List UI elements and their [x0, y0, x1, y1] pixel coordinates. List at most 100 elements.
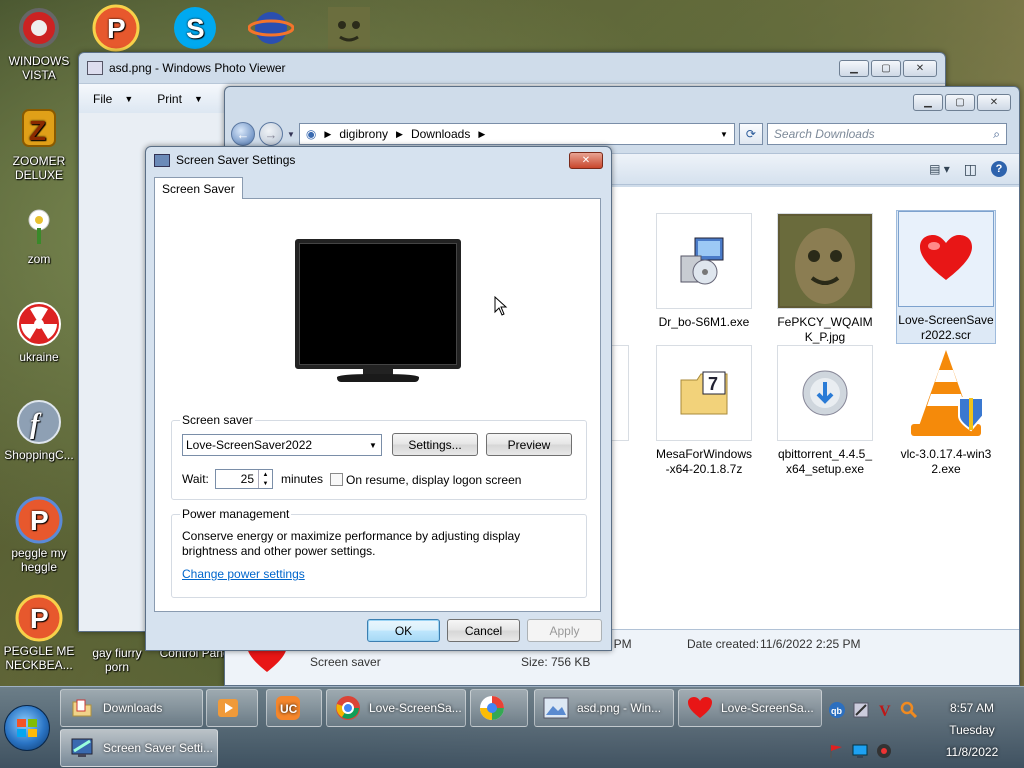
address-bar[interactable]: ◉ ▶ digibrony ▶ Downloads ▶ ▼: [298, 123, 735, 145]
desktop-icon-skype[interactable]: S: [156, 4, 234, 54]
power-management-label: Power management: [180, 507, 292, 521]
taskbar-button-screen-saver-settings[interactable]: Screen Saver Setti...: [60, 729, 218, 767]
tab-screen-saver[interactable]: Screen Saver: [154, 177, 243, 199]
address-dropdown-icon[interactable]: ▼: [720, 130, 728, 139]
svg-text:qb: qb: [831, 706, 842, 716]
breadcrumb-downloads[interactable]: Downloads: [411, 127, 470, 141]
forward-button[interactable]: →: [259, 122, 283, 146]
clock-date: 11/8/2022: [945, 745, 999, 759]
desktop-icon-peggle-my-heggle[interactable]: P peggle my heggle: [0, 496, 78, 574]
taskbar-button-chrome[interactable]: Love-ScreenSa...: [326, 689, 466, 727]
svg-text:V: V: [879, 703, 891, 719]
photo-viewer-app-icon: [87, 61, 103, 75]
recent-pages-dropdown-icon[interactable]: ▼: [287, 130, 295, 139]
ok-button[interactable]: OK: [367, 619, 440, 642]
preview-button[interactable]: Preview: [486, 433, 572, 456]
taskbar-button-downloads[interactable]: Downloads: [60, 689, 203, 727]
stepper-arrows-icon[interactable]: ▲ ▼: [258, 470, 272, 488]
file-item[interactable]: FePKCY_WQAIMK_P.jpg: [776, 213, 874, 345]
taskbar-button-media-player[interactable]: [206, 689, 258, 727]
taskbar-button-label: Screen Saver Setti...: [103, 741, 214, 755]
desktop-icon-zom[interactable]: zom: [0, 202, 78, 266]
qbittorrent-tray-icon[interactable]: qb: [828, 701, 846, 722]
file-name: qbittorrent_4.4.5_x64_setup.exe: [777, 447, 873, 476]
display-tray-icon[interactable]: [852, 743, 868, 762]
minimize-button[interactable]: ▁: [839, 59, 869, 77]
desktop-icon-label: WINDOWS VISTA: [8, 54, 70, 82]
desktop-icon-planet[interactable]: [232, 4, 310, 54]
screen-saver-select-value: Love-ScreenSaver2022: [186, 438, 313, 452]
resume-logon-checkbox[interactable]: [330, 473, 343, 486]
dialog-titlebar[interactable]: Screen Saver Settings ✕: [146, 147, 611, 173]
desktop-icon-peggle[interactable]: P: [76, 4, 156, 54]
taskbar-button-photo-viewer[interactable]: asd.png - Win...: [534, 689, 674, 727]
cancel-button[interactable]: Cancel: [447, 619, 520, 642]
desktop-icon-shopping[interactable]: f ShoppingC...: [0, 398, 78, 462]
clock[interactable]: 8:57 AM Tuesday 11/8/2022: [932, 697, 1012, 763]
change-power-settings-link[interactable]: Change power settings: [182, 567, 305, 581]
file-item-selected[interactable]: Love-ScreenSaver2022.scr: [896, 210, 996, 344]
details-date-created-value: 11/6/2022 2:25 PM: [760, 637, 861, 651]
svg-text:7: 7: [708, 374, 718, 394]
details-date-created-label: Date created:: [687, 637, 760, 651]
file-item[interactable]: qbittorrent_4.4.5_x64_setup.exe: [776, 345, 874, 477]
file-item[interactable]: 7 MesaForWindows-x64-20.1.8.7z: [655, 345, 753, 477]
menu-print[interactable]: Print ▼: [157, 92, 203, 106]
start-button[interactable]: [4, 705, 50, 751]
photo-viewer-title: asd.png - Windows Photo Viewer: [109, 61, 286, 75]
volume-tray-icon[interactable]: [876, 743, 892, 762]
file-name: FePKCY_WQAIMK_P.jpg: [777, 315, 873, 344]
file-name: MesaForWindows-x64-20.1.8.7z: [655, 447, 753, 476]
power-management-group: Power management Conserve energy or maxi…: [171, 507, 587, 598]
explorer-titlebar[interactable]: ▁ ▢ ✕: [225, 87, 1019, 117]
vlc-cone-icon: [898, 345, 994, 441]
installer-icon: [656, 213, 752, 309]
back-button[interactable]: ←: [231, 122, 255, 146]
wait-minutes-stepper[interactable]: 25 ▲ ▼: [215, 469, 273, 489]
views-icon[interactable]: ▤ ▾: [929, 162, 950, 176]
file-item[interactable]: Dr_bo-S6M1.exe: [655, 213, 753, 330]
heart-icon: [687, 695, 713, 721]
taskbar-button-label: asd.png - Win...: [577, 701, 662, 715]
search-input[interactable]: Search Downloads ⌕: [766, 123, 1007, 145]
photo-viewer-titlebar[interactable]: asd.png - Windows Photo Viewer ▁ ▢ ✕: [79, 53, 945, 83]
desktop-icon-tree[interactable]: [310, 4, 388, 54]
wait-label: Wait:: [182, 472, 209, 486]
resume-logon-label[interactable]: On resume, display logon screen: [346, 473, 521, 487]
close-button[interactable]: ✕: [977, 93, 1011, 111]
minimize-button[interactable]: ▁: [913, 93, 943, 111]
refresh-button[interactable]: ⟳: [738, 123, 763, 145]
menu-print-label: Print: [157, 91, 182, 106]
taskbar-button-app[interactable]: [470, 689, 528, 727]
tray-icons-row-2: [828, 743, 892, 762]
vegas-tray-icon[interactable]: V: [876, 701, 894, 722]
settings-button[interactable]: Settings...: [392, 433, 478, 456]
desktop-icon-peggle-me[interactable]: P PEGGLE ME NECKBEA...: [0, 594, 78, 672]
breadcrumb-digibrony[interactable]: digibrony: [339, 127, 388, 141]
close-button[interactable]: ✕: [569, 151, 603, 169]
screen-saver-dialog[interactable]: Screen Saver Settings ✕ Screen Saver Scr…: [145, 146, 612, 651]
preview-pane-icon[interactable]: ◫: [964, 161, 977, 178]
file-item[interactable]: vlc-3.0.17.4-win32.exe: [897, 345, 995, 477]
flag-tray-icon[interactable]: [828, 743, 844, 762]
help-icon[interactable]: ?: [991, 161, 1007, 177]
close-icon: ✕: [915, 62, 925, 74]
maximize-button[interactable]: ▢: [871, 59, 901, 77]
taskbar-button-uc-browser[interactable]: UC: [266, 689, 322, 727]
search-tray-icon[interactable]: [900, 701, 918, 722]
desktop-icon-zoomer-deluxe[interactable]: Z ZOOMER DELUXE: [0, 104, 78, 182]
taskbar-button-love-screensaver[interactable]: Love-ScreenSa...: [678, 689, 822, 727]
desktop-icon-windows-vista[interactable]: WINDOWS VISTA: [0, 4, 78, 82]
monitor-base: [337, 374, 419, 382]
photo-viewer-icon: [543, 695, 569, 721]
close-button[interactable]: ✕: [903, 59, 937, 77]
network-tray-icon[interactable]: [852, 701, 870, 722]
desktop-icon-ukraine[interactable]: ukraine: [0, 300, 78, 364]
maximize-button[interactable]: ▢: [945, 93, 975, 111]
minutes-label: minutes: [281, 472, 324, 486]
taskbar-button-label: Love-ScreenSa...: [721, 701, 814, 715]
desktop-icon-label: zom: [27, 252, 51, 266]
screen-saver-select[interactable]: Love-ScreenSaver2022 ▼: [182, 434, 382, 456]
desktop-icon-label: peggle my heggle: [11, 546, 67, 574]
menu-file[interactable]: File ▼: [93, 92, 133, 106]
